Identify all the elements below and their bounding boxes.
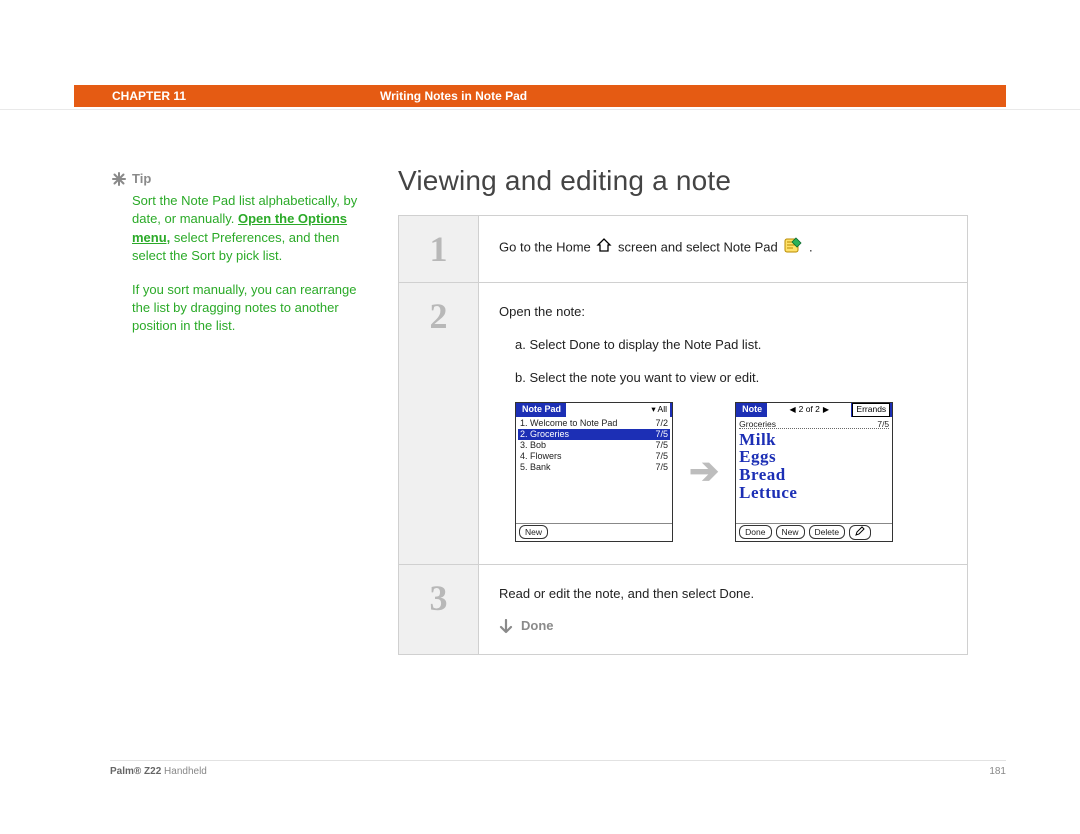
palm-toolbar: Done New Delete bbox=[736, 523, 892, 541]
pen-icon bbox=[849, 525, 871, 540]
category-label: Errands bbox=[852, 403, 890, 417]
app-title: Note Pad bbox=[518, 403, 565, 416]
step-number: 2 bbox=[399, 283, 479, 564]
main-content: Viewing and editing a note 1 Go to the H… bbox=[398, 165, 968, 655]
done-indicator: Done bbox=[499, 617, 947, 636]
product-name: Palm® Z22 Handheld bbox=[110, 766, 207, 777]
home-icon bbox=[596, 238, 612, 258]
tip-paragraph-1: Sort the Note Pad list alphabetically, b… bbox=[132, 192, 362, 265]
step2-intro: Open the note: bbox=[499, 303, 947, 322]
step-body: Read or edit the note, and then select D… bbox=[479, 565, 967, 655]
list-item: 5. Bank7/5 bbox=[518, 462, 670, 473]
step-1: 1 Go to the Home screen and select Note … bbox=[399, 216, 967, 283]
tip-body: Sort the Note Pad list alphabetically, b… bbox=[112, 192, 362, 335]
note-meta: Groceries 7/5 bbox=[739, 418, 889, 429]
page-title: Viewing and editing a note bbox=[398, 165, 968, 197]
category-selector: ▾ All bbox=[566, 403, 670, 417]
page-footer: Palm® Z22 Handheld 181 bbox=[110, 766, 1006, 777]
note-body: Groceries 7/5 Milk Eggs Bread Lettuce bbox=[736, 417, 892, 523]
pager: ◀2 of 2▶ bbox=[767, 403, 851, 417]
tip-sidebar: Tip Sort the Note Pad list alphabeticall… bbox=[112, 170, 362, 352]
step-body: Go to the Home screen and select Note Pa… bbox=[479, 216, 967, 282]
divider bbox=[0, 109, 1080, 110]
step2-sub-b: b. Select the note you want to view or e… bbox=[499, 369, 947, 388]
step-number: 1 bbox=[399, 216, 479, 282]
divider bbox=[110, 760, 1006, 761]
notepad-app-icon bbox=[783, 236, 803, 260]
list-item: 2. Groceries7/5 bbox=[518, 429, 670, 440]
notepad-note-screenshot: Note ◀2 of 2▶ Errands Groceries 7/5 Milk bbox=[735, 402, 893, 542]
notepad-list: 1. Welcome to Note Pad7/2 2. Groceries7/… bbox=[516, 417, 672, 523]
tip-paragraph-2: If you sort manually, you can rearrange … bbox=[132, 281, 362, 336]
handwritten-content: Milk Eggs Bread Lettuce bbox=[739, 429, 889, 502]
step3-text: Read or edit the note, and then select D… bbox=[499, 585, 947, 604]
list-item: 3. Bob7/5 bbox=[518, 440, 670, 451]
delete-button: Delete bbox=[809, 525, 846, 539]
list-item: 4. Flowers7/5 bbox=[518, 451, 670, 462]
tip-heading: Tip bbox=[112, 170, 362, 188]
palm-toolbar: New bbox=[516, 523, 672, 541]
page-number: 181 bbox=[989, 766, 1006, 777]
arrow-right-icon: ➔ bbox=[689, 445, 719, 497]
arrow-down-icon bbox=[499, 619, 513, 635]
step1-text: Go to the Home screen and select Note Pa… bbox=[499, 236, 947, 260]
palm-titlebar: Note Pad ▾ All bbox=[516, 403, 672, 417]
asterisk-icon bbox=[112, 172, 126, 186]
chapter-header: CHAPTER 11 Writing Notes in Note Pad bbox=[74, 85, 1006, 107]
app-title: Note bbox=[738, 403, 766, 416]
notepad-list-screenshot: Note Pad ▾ All 1. Welcome to Note Pad7/2… bbox=[515, 402, 673, 542]
chapter-label: CHAPTER 11 bbox=[74, 89, 380, 103]
palm-titlebar: Note ◀2 of 2▶ Errands bbox=[736, 403, 892, 417]
step2-sub-a: a. Select Done to display the Note Pad l… bbox=[499, 336, 947, 355]
step-number: 3 bbox=[399, 565, 479, 655]
new-button: New bbox=[519, 525, 548, 539]
step-body: Open the note: a. Select Done to display… bbox=[479, 283, 967, 564]
section-title: Writing Notes in Note Pad bbox=[380, 89, 527, 103]
tip-label: Tip bbox=[132, 170, 151, 188]
screenshots-row: Note Pad ▾ All 1. Welcome to Note Pad7/2… bbox=[499, 402, 947, 542]
step-2: 2 Open the note: a. Select Done to displ… bbox=[399, 283, 967, 565]
new-button: New bbox=[776, 525, 805, 539]
step-3: 3 Read or edit the note, and then select… bbox=[399, 565, 967, 655]
done-button: Done bbox=[739, 525, 771, 539]
done-label: Done bbox=[521, 617, 554, 636]
list-item: 1. Welcome to Note Pad7/2 bbox=[518, 418, 670, 429]
steps-container: 1 Go to the Home screen and select Note … bbox=[398, 215, 968, 655]
